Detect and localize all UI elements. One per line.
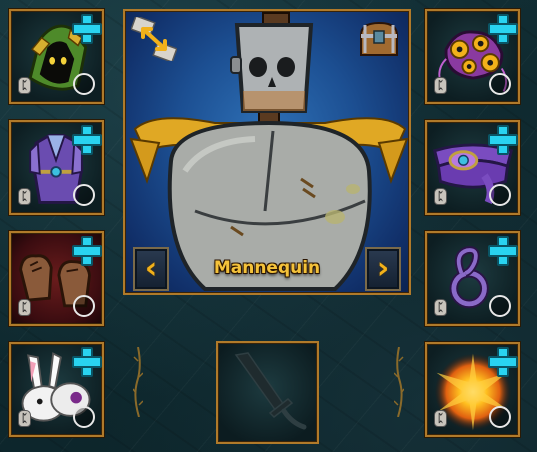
socket-ring-icon [489, 295, 511, 317]
equip-slot-hands[interactable]: ᛈ [9, 231, 104, 326]
add-plus-icon[interactable] [72, 14, 102, 44]
add-plus-icon[interactable] [488, 14, 518, 44]
rune-icon: ᛈ [434, 299, 447, 316]
rune-icon: ᛈ [18, 299, 31, 316]
mannequin-preview: ‹ Mannequin › [123, 9, 411, 295]
socket-ring-icon [489, 184, 511, 206]
add-plus-icon[interactable] [488, 236, 518, 266]
vine-divider-left [133, 347, 143, 417]
equip-slot-chest[interactable]: ᛈ [9, 120, 104, 215]
socket-ring-icon [489, 406, 511, 428]
add-plus-icon[interactable] [72, 125, 102, 155]
rune-icon: ᛈ [434, 77, 447, 94]
socket-ring-icon [73, 73, 95, 95]
vine-divider-right [394, 347, 404, 417]
next-mannequin-button[interactable]: › [365, 247, 401, 291]
equip-slot-belt[interactable]: ᛈ [425, 120, 520, 215]
socket-ring-icon [73, 184, 95, 206]
equip-slot-neck[interactable]: ᛈ [425, 9, 520, 104]
add-plus-icon[interactable] [488, 125, 518, 155]
socket-ring-icon [73, 295, 95, 317]
add-plus-icon[interactable] [488, 347, 518, 377]
sword-silhouette-icon [234, 352, 307, 430]
rune-icon: ᛈ [434, 188, 447, 205]
equip-slot-ring[interactable]: ᛈ [425, 231, 520, 326]
equip-slot-feet[interactable]: ᛈ [9, 342, 104, 437]
swap-arrows-icon[interactable] [131, 17, 177, 61]
equip-slot-head[interactable]: ᛈ [9, 9, 104, 104]
treasure-chest-icon[interactable] [357, 17, 401, 61]
socket-ring-icon [489, 73, 511, 95]
add-plus-icon[interactable] [72, 347, 102, 377]
equip-slot-trinket[interactable]: ᛈ [425, 342, 520, 437]
chevron-right-icon: › [376, 251, 390, 286]
add-plus-icon[interactable] [72, 236, 102, 266]
rune-icon: ᛈ [18, 188, 31, 205]
socket-ring-icon [73, 406, 95, 428]
rune-icon: ᛈ [434, 410, 447, 427]
rune-icon: ᛈ [18, 77, 31, 94]
rune-icon: ᛈ [18, 410, 31, 427]
equip-slot-weapon[interactable] [216, 341, 319, 444]
